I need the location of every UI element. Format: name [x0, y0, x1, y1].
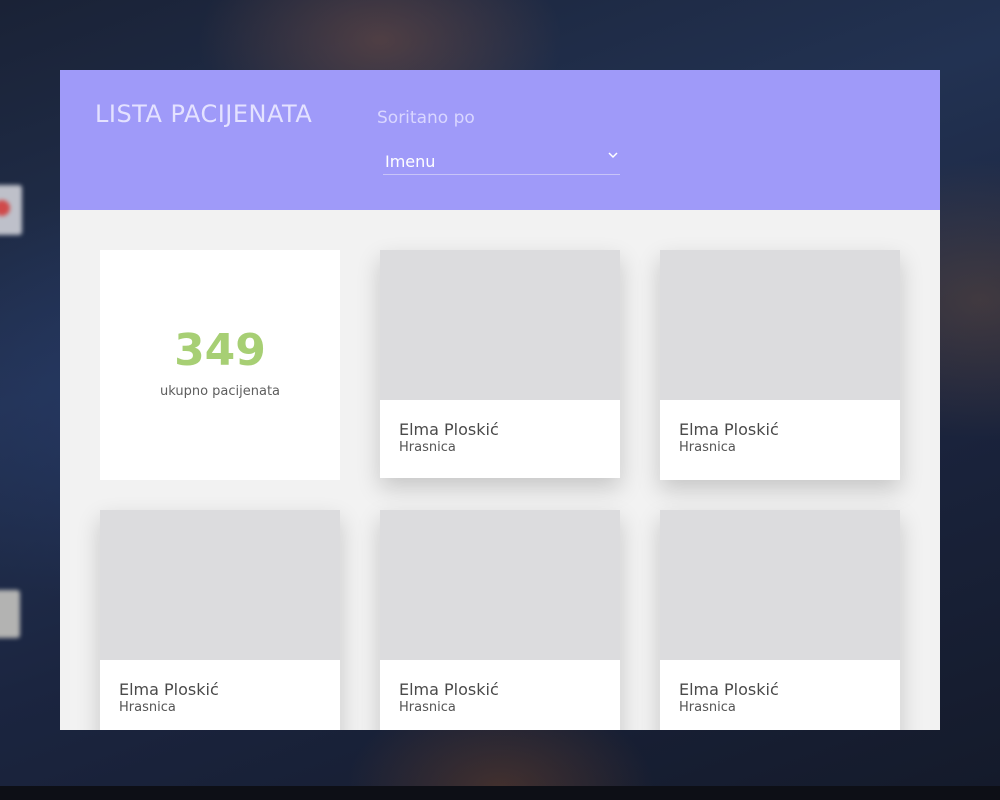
- sort-select-value: Imenu: [385, 152, 436, 171]
- patient-name: Elma Ploskić: [399, 420, 499, 439]
- patient-name: Elma Ploskić: [399, 680, 499, 699]
- taskbar: [0, 786, 1000, 800]
- patient-grid: 349 ukupno pacijenata Elma Ploskić Hrasn…: [60, 210, 940, 730]
- total-patients-count: 349: [174, 325, 266, 376]
- patient-name: Elma Ploskić: [679, 420, 779, 439]
- patient-card[interactable]: Elma Ploskić Hrasnica: [100, 510, 340, 730]
- sort-label: Soritano po: [377, 108, 475, 128]
- patient-photo: [660, 250, 900, 400]
- patient-card[interactable]: Elma Ploskić Hrasnica: [380, 510, 620, 730]
- desktop-shortcut-icon[interactable]: [0, 590, 20, 638]
- patient-card[interactable]: Elma Ploskić Hrasnica: [660, 510, 900, 730]
- page-title: LISTA PACIJENATA: [95, 100, 313, 128]
- patient-card[interactable]: Elma Ploskić Hrasnica: [660, 250, 900, 480]
- patient-location: Hrasnica: [399, 700, 456, 715]
- patient-list-window: LISTA PACIJENATA Soritano po Imenu 349 u…: [60, 70, 940, 730]
- patient-photo: [380, 250, 620, 400]
- total-patients-card: 349 ukupno pacijenata: [100, 250, 340, 480]
- patient-location: Hrasnica: [119, 700, 176, 715]
- patient-card[interactable]: Elma Ploskić Hrasnica: [380, 250, 620, 478]
- app-header: LISTA PACIJENATA Soritano po Imenu: [60, 70, 940, 210]
- chevron-down-icon: [606, 146, 620, 159]
- patient-location: Hrasnica: [679, 700, 736, 715]
- total-patients-label: ukupno pacijenata: [159, 384, 281, 399]
- sort-select[interactable]: Imenu: [383, 146, 620, 175]
- patient-name: Elma Ploskić: [679, 680, 779, 699]
- patient-photo: [660, 510, 900, 660]
- patient-location: Hrasnica: [399, 440, 456, 455]
- patient-photo: [380, 510, 620, 660]
- patient-name: Elma Ploskić: [119, 680, 219, 699]
- patient-photo: [100, 510, 340, 660]
- desktop-shortcut-icon[interactable]: [0, 185, 22, 235]
- patient-location: Hrasnica: [679, 440, 736, 455]
